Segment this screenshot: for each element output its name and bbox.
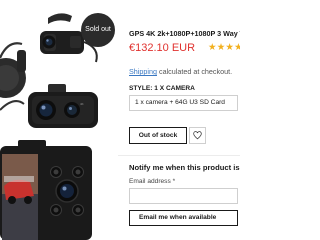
heart-icon	[193, 131, 202, 140]
variant-option-selected[interactable]: 1 x camera + 64G U3 SD Card	[129, 95, 238, 111]
product-title: GPS 4K 2k+1080P+1080P 3 Way Triple	[129, 29, 240, 38]
variant-label: STYLE: 1 X CAMERA	[129, 85, 195, 92]
sold-out-badge: Sold out	[81, 13, 115, 47]
shipping-note-text: calculated at checkout.	[156, 67, 233, 76]
email-me-when-available-button[interactable]: Email me when available	[129, 210, 238, 226]
svg-text:4K: 4K	[80, 102, 84, 106]
email-input[interactable]	[129, 188, 238, 204]
rating-stars[interactable]: ★★★★	[208, 42, 240, 53]
notify-heading: Notify me when this product is available	[129, 163, 240, 172]
product-info-panel: GPS 4K 2k+1080P+1080P 3 Way Triple €132.…	[118, 0, 240, 240]
wishlist-button[interactable]	[189, 127, 206, 144]
shipping-note: Shipping calculated at checkout.	[129, 67, 232, 76]
product-gallery: 4K Sold out	[0, 0, 118, 240]
product-price: €132.10 EUR	[129, 42, 196, 54]
shipping-link[interactable]: Shipping	[129, 67, 157, 76]
section-divider	[118, 155, 240, 156]
email-label: Email address *	[129, 178, 176, 185]
out-of-stock-button[interactable]: Out of stock	[129, 127, 187, 144]
product-image-display[interactable]	[0, 140, 118, 240]
